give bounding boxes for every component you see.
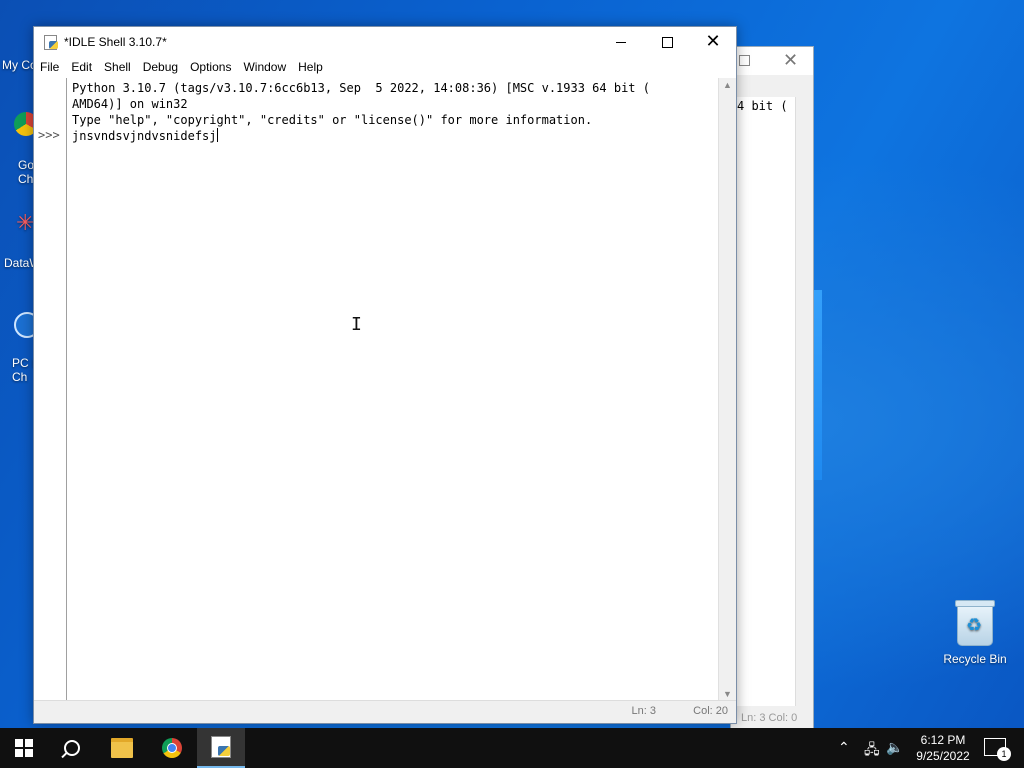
prompt-gutter: >>> [34,78,67,701]
clock[interactable]: 6:12 PM 9/25/2022 [908,732,978,764]
chrome-icon [162,738,182,758]
idle-taskbar-button[interactable] [197,728,245,768]
idle-icon [211,736,231,758]
desktop-icon-label: DataW [4,256,34,270]
search-button[interactable] [48,728,96,768]
window-title: *IDLE Shell 3.10.7* [64,35,167,49]
menu-edit[interactable]: Edit [65,57,98,77]
status-text: Ln: 3 Col: 0 [741,712,798,724]
text-cursor-ibeam: I [351,314,362,335]
vertical-scrollbar[interactable]: ▲ ▼ [718,78,736,701]
menu-help[interactable]: Help [292,57,329,77]
shell-editor[interactable]: >>> Python 3.10.7 (tags/v3.10.7:6cc6b13,… [34,78,736,701]
folder-icon [111,738,133,758]
output-line: AMD64)] on win32 [72,97,188,111]
chevron-up-icon[interactable]: ⌃ [838,739,850,756]
menubar: File Edit Shell Debug Options Window Hel… [34,57,736,77]
status-bar: Ln: 3 Col: 0 [731,706,813,730]
close-button[interactable]: ✕ [690,27,736,57]
taskbar: ⌃ 🖧 🔈 6:12 PM 9/25/2022 1 [0,728,1024,768]
recycle-bin-icon: ♻ [955,600,995,646]
menu-window[interactable]: Window [237,57,292,77]
desktop-icon-recycle-bin[interactable]: ♻ Recycle Bin [938,600,1012,666]
menubar [731,75,813,97]
background-window-text: 4 bit ( [737,99,788,113]
windows-logo-icon [15,739,33,757]
menu-debug[interactable]: Debug [137,57,184,77]
scroll-up-icon[interactable]: ▲ [723,80,732,90]
vertical-scrollbar[interactable] [795,97,813,729]
idle-shell-window[interactable]: *IDLE Shell 3.10.7* ✕ File Edit Shell De… [33,26,737,724]
status-bar: Ln: 3 Col: 20 [34,700,736,723]
text-caret [216,128,218,142]
minimize-icon [616,41,626,43]
status-column: Col: 20 [693,705,728,717]
close-icon[interactable]: ✕ [783,50,798,71]
desktop-left-icons: My Co Go Ch ✳ DataW PC H Ch [0,0,34,728]
chrome-icon [14,112,34,136]
background-window[interactable]: ✕ 4 bit ( Ln: 3 Col: 0 [730,46,814,730]
desktop-icon-label: Recycle Bin [943,652,1007,666]
volume-icon[interactable]: 🔈 [886,739,903,756]
idle-app-icon [44,35,58,50]
notification-count: 1 [997,747,1011,761]
minimize-button[interactable] [598,27,644,57]
clock-date: 9/25/2022 [916,749,970,763]
shell-prompt: >>> [38,128,60,142]
clock-time: 6:12 PM [920,733,966,747]
maximize-icon [661,36,673,48]
status-line: Ln: 3 [631,705,656,717]
heart-icon [14,312,34,338]
output-line: Type "help", "copyright", "credits" or "… [72,113,593,127]
maximize-icon[interactable] [739,55,750,66]
close-icon: ✕ [705,31,721,52]
notification-center-icon[interactable]: 1 [984,738,1011,761]
search-icon [64,740,80,756]
menu-options[interactable]: Options [184,57,237,77]
start-button[interactable] [0,728,48,768]
menu-file[interactable]: File [34,57,65,77]
desktop-icon-label: Go Ch [18,158,34,186]
desktop-icon-label: My Co [2,58,34,72]
maximize-button[interactable] [644,27,690,57]
input-line[interactable]: jnsvndsvjndvsnidefsj [72,129,217,143]
scroll-down-icon[interactable]: ▼ [723,689,732,699]
menu-shell[interactable]: Shell [98,57,137,77]
chrome-button[interactable] [148,728,196,768]
snowflake-icon: ✳ [16,210,34,235]
title-bar[interactable]: *IDLE Shell 3.10.7* ✕ [34,27,736,57]
file-explorer-button[interactable] [98,728,146,768]
network-icon[interactable]: 🖧 [864,739,880,763]
shell-output[interactable]: Python 3.10.7 (tags/v3.10.7:6cc6b13, Sep… [72,80,716,144]
output-line: Python 3.10.7 (tags/v3.10.7:6cc6b13, Sep… [72,81,650,95]
desktop-icon-label: PC H Ch [12,356,34,384]
